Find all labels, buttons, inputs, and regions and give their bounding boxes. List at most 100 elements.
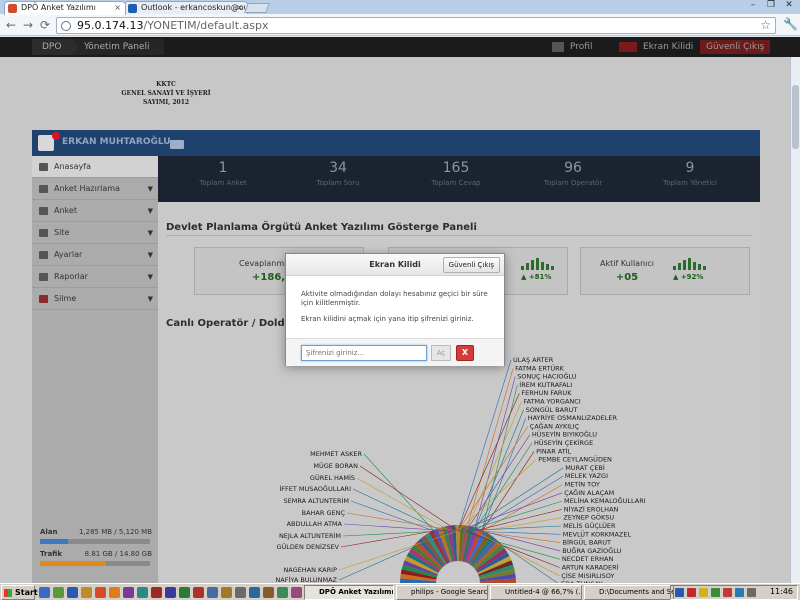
system-tray: 11:46 bbox=[670, 585, 798, 600]
pie-label: FATMA YORGANCI bbox=[524, 398, 581, 406]
taskbar-button-browser[interactable]: DPÖ Anket Yazılımı ... bbox=[304, 585, 394, 600]
pie-leader-line bbox=[359, 465, 459, 532]
browser-tab-active[interactable]: DPÖ Anket Yazılımı × bbox=[4, 1, 126, 15]
pie-label: ULAŞ ARTER bbox=[513, 356, 554, 364]
app-icon[interactable] bbox=[165, 587, 176, 598]
pie-leader-line bbox=[473, 376, 516, 532]
pie-label: NİYAZİ EROLHAN bbox=[564, 504, 619, 513]
app-icon[interactable] bbox=[263, 587, 274, 598]
dialog-message-line: Aktivite olmadığından dolayı hesabınız g… bbox=[301, 290, 488, 298]
taskbar-button-photoshop[interactable]: Untitled-4 @ 66,7% (... bbox=[490, 585, 582, 600]
pie-label: BUĞRA GAZİOĞLU bbox=[562, 546, 621, 555]
safe-exit-button[interactable]: Güvenli Çıkış bbox=[442, 257, 500, 273]
dialog-footer: Aç X bbox=[286, 338, 504, 366]
pie-label: ÇİSE MISIRLISOY bbox=[561, 571, 614, 580]
app-icon[interactable] bbox=[151, 587, 162, 598]
explorer-icon[interactable] bbox=[53, 587, 64, 598]
pie-label: MELİHA KEMALOĞULLARI bbox=[564, 496, 646, 505]
ie-icon[interactable] bbox=[67, 587, 78, 598]
taskbar-label: D:\Documents and Se... bbox=[599, 588, 674, 596]
tray-icon[interactable] bbox=[735, 588, 744, 597]
pie-label: NAGEHAN KARIP bbox=[283, 566, 337, 574]
dialog-instruction: Ekran kilidini açmak için yana itip şifr… bbox=[301, 315, 474, 323]
pie-leader-line bbox=[346, 512, 459, 532]
app-icon[interactable] bbox=[235, 587, 246, 598]
tab-close-icon[interactable]: × bbox=[114, 2, 121, 14]
pie-leader-line bbox=[473, 409, 524, 532]
page-scrollbar[interactable] bbox=[790, 57, 800, 583]
app-icon[interactable] bbox=[123, 587, 134, 598]
pie-label: ABDULLAH ATMA bbox=[287, 520, 343, 528]
app-icon[interactable] bbox=[277, 587, 288, 598]
pie-leader-line bbox=[352, 488, 443, 532]
chrome-icon[interactable] bbox=[95, 587, 106, 598]
app-icon[interactable] bbox=[207, 587, 218, 598]
dialog-message: Aktivite olmadığından dolayı hesabınız g… bbox=[301, 290, 491, 308]
taskbar-label: Untitled-4 @ 66,7% (... bbox=[505, 588, 582, 596]
pie-leader-line bbox=[356, 477, 451, 532]
pie-label: PEMBE CEYLANGÜDEN bbox=[538, 455, 612, 464]
pie-label: NAFİYA BULUNMAZ bbox=[275, 575, 337, 583]
pie-label: PINAR ATİL bbox=[536, 446, 572, 455]
scrollbar-thumb[interactable] bbox=[792, 85, 799, 149]
windows-taskbar: Start DPÖ Anket Yazılımı ... philips - G… bbox=[0, 583, 800, 600]
app-icon[interactable] bbox=[137, 587, 148, 598]
pie-label: ÇAĞIN ALAÇAM bbox=[564, 488, 614, 497]
pie-label: HAYRİYE OSMANLIZADELER bbox=[528, 413, 618, 422]
chrome-icon bbox=[308, 588, 317, 597]
pie-leader-line bbox=[465, 401, 522, 532]
pie-leader-line bbox=[457, 393, 520, 532]
firefox-icon[interactable] bbox=[109, 587, 120, 598]
pie-label: ZEYNEP GÖKSU bbox=[563, 513, 614, 522]
pie-label: MELEK YAZGI bbox=[565, 472, 608, 480]
pie-label: FERHUN FARUK bbox=[521, 389, 572, 397]
pie-leader-line bbox=[457, 492, 563, 532]
lock-screen-dialog: Ekran Kilidi Güvenli Çıkış Aktivite olma… bbox=[285, 253, 505, 366]
folder-icon bbox=[588, 588, 597, 597]
system-clock: 11:46 bbox=[769, 587, 793, 596]
pie-label: MELİS GÜÇLÜER bbox=[563, 521, 616, 530]
pie-label: HÜSEYİN BIYIKOĞLU bbox=[532, 430, 597, 439]
tray-icon[interactable] bbox=[699, 588, 708, 597]
unlock-button[interactable]: Aç bbox=[431, 345, 451, 361]
tray-icon[interactable] bbox=[687, 588, 696, 597]
pie-label: GÜLDEN DENİZSEV bbox=[277, 542, 340, 551]
chrome-icon bbox=[400, 588, 409, 597]
app-icon[interactable] bbox=[193, 587, 204, 598]
pie-label: İFFET MUSAOĞULLARI bbox=[279, 484, 351, 493]
pie-label: NEJLA ALTUNTERİM bbox=[279, 531, 341, 540]
volume-icon[interactable] bbox=[747, 588, 756, 597]
taskbar-button-google[interactable]: philips - Google Searc... bbox=[396, 585, 488, 600]
taskbar-label: DPÖ Anket Yazılımı ... bbox=[319, 588, 394, 596]
app-icon[interactable] bbox=[179, 587, 190, 598]
tray-icon[interactable] bbox=[723, 588, 732, 597]
app-icon[interactable] bbox=[249, 587, 260, 598]
pie-label: METİN TOY bbox=[565, 480, 600, 489]
pie-leader-line bbox=[457, 459, 537, 532]
pie-leader-line bbox=[350, 500, 435, 532]
cancel-button[interactable]: X bbox=[456, 345, 474, 361]
pie-label: BİRGÜL BARUT bbox=[563, 538, 612, 547]
pie-label: FATMA ERTÜRK bbox=[515, 363, 565, 372]
start-button[interactable]: Start bbox=[1, 585, 38, 600]
pie-label: MEHMET ASKER bbox=[310, 450, 362, 458]
pie-label: HÜSEYİN ÇEKİRGE bbox=[534, 438, 593, 447]
pie-label: SONUÇ HACIOĞLU bbox=[517, 372, 577, 381]
folder-icon[interactable] bbox=[81, 587, 92, 598]
pie-leader-line bbox=[465, 368, 514, 532]
taskbar-button-explorer[interactable]: D:\Documents and Se... bbox=[584, 585, 674, 600]
pie-leader-line bbox=[363, 453, 435, 532]
tray-icon[interactable] bbox=[675, 588, 684, 597]
site-favicon-icon bbox=[8, 4, 17, 13]
dialog-header: Ekran Kilidi Güvenli Çıkış bbox=[286, 254, 504, 276]
pie-label: MEVLÜT KORKMAZEL bbox=[563, 529, 632, 538]
desktop-icon[interactable] bbox=[39, 587, 50, 598]
pie-label: İREM KUTRAFALI bbox=[519, 380, 572, 389]
pie-label: GÜREL HAMİS bbox=[310, 473, 355, 482]
password-input[interactable] bbox=[301, 345, 427, 361]
tray-icon[interactable] bbox=[711, 588, 720, 597]
dialog-message-line: için kilitlenmiştir. bbox=[301, 299, 361, 307]
taskbar-label: philips - Google Searc... bbox=[411, 588, 488, 596]
app-icon[interactable] bbox=[221, 587, 232, 598]
app-icon[interactable] bbox=[291, 587, 302, 598]
